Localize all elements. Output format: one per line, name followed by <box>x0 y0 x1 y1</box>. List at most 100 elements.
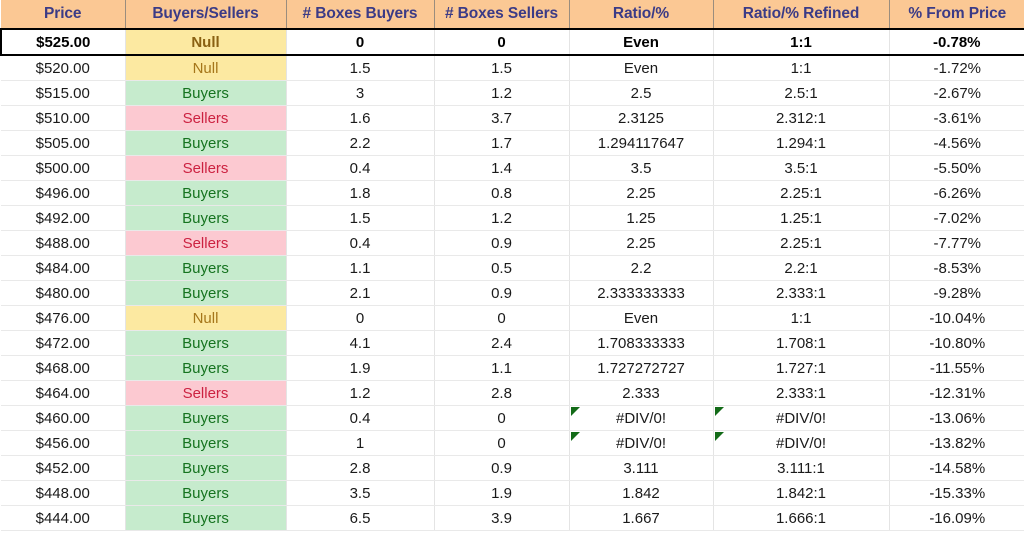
table-row[interactable]: $460.00 Buyers 0.4 0 #DIV/0! #DIV/0! -13.06% <box>1 405 1024 431</box>
cell-boxes-sellers[interactable]: 0 <box>434 28 570 56</box>
cell-ratio[interactable]: 2.5 <box>569 80 714 106</box>
cell-ratio-refined[interactable]: #DIV/0! <box>713 430 890 456</box>
table-row[interactable]: $510.00 Sellers 1.6 3.7 2.3125 2.312:1 -3.61% <box>1 105 1024 131</box>
cell-pct-from-price[interactable]: -10.04% <box>889 305 1024 331</box>
cell-buyers-sellers[interactable]: Buyers <box>125 130 287 156</box>
cell-buyers-sellers[interactable]: Sellers <box>125 230 287 256</box>
cell-price[interactable]: $510.00 <box>1 105 126 131</box>
cell-ratio[interactable]: 3.111 <box>569 455 714 481</box>
cell-price[interactable]: $456.00 <box>1 430 126 456</box>
cell-ratio-refined[interactable]: 1:1 <box>713 55 890 81</box>
cell-boxes-sellers[interactable]: 3.9 <box>434 505 570 531</box>
cell-buyers-sellers[interactable]: Buyers <box>125 505 287 531</box>
cell-ratio[interactable]: 2.25 <box>569 180 714 206</box>
cell-boxes-sellers[interactable]: 0.9 <box>434 230 570 256</box>
cell-pct-from-price[interactable]: -4.56% <box>889 130 1024 156</box>
cell-price[interactable]: $525.00 <box>0 28 126 56</box>
cell-boxes-buyers[interactable]: 2.8 <box>286 455 435 481</box>
cell-boxes-buyers[interactable]: 1.6 <box>286 105 435 131</box>
cell-boxes-buyers[interactable]: 3.5 <box>286 480 435 506</box>
table-row[interactable]: $476.00 Null 0 0 Even 1:1 -10.04% <box>1 305 1024 331</box>
cell-ratio-refined[interactable]: 1.842:1 <box>713 480 890 506</box>
column-header-ratio[interactable]: Ratio/% <box>569 0 714 30</box>
cell-boxes-buyers[interactable]: 6.5 <box>286 505 435 531</box>
table-row[interactable]: $444.00 Buyers 6.5 3.9 1.667 1.666:1 -16.09% <box>1 505 1024 531</box>
cell-buyers-sellers[interactable]: Buyers <box>125 455 287 481</box>
cell-price[interactable]: $460.00 <box>1 405 126 431</box>
cell-ratio[interactable]: 2.333333333 <box>569 280 714 306</box>
cell-ratio[interactable]: 1.727272727 <box>569 355 714 381</box>
cell-price[interactable]: $468.00 <box>1 355 126 381</box>
cell-pct-from-price[interactable]: -1.72% <box>889 55 1024 81</box>
cell-boxes-buyers[interactable]: 1.1 <box>286 255 435 281</box>
cell-boxes-buyers[interactable]: 4.1 <box>286 330 435 356</box>
cell-boxes-buyers[interactable]: 0 <box>286 28 435 56</box>
cell-price[interactable]: $480.00 <box>1 280 126 306</box>
cell-boxes-sellers[interactable]: 0.9 <box>434 455 570 481</box>
cell-boxes-buyers[interactable]: 1.8 <box>286 180 435 206</box>
table-row[interactable]: $520.00 Null 1.5 1.5 Even 1:1 -1.72% <box>1 55 1024 81</box>
table-row[interactable]: $492.00 Buyers 1.5 1.2 1.25 1.25:1 -7.02% <box>1 205 1024 231</box>
cell-price[interactable]: $492.00 <box>1 205 126 231</box>
cell-boxes-sellers[interactable]: 1.9 <box>434 480 570 506</box>
cell-pct-from-price[interactable]: -6.26% <box>889 180 1024 206</box>
cell-pct-from-price[interactable]: -12.31% <box>889 380 1024 406</box>
cell-boxes-sellers[interactable]: 1.2 <box>434 205 570 231</box>
cell-ratio-refined[interactable]: 3.111:1 <box>713 455 890 481</box>
cell-ratio[interactable]: Even <box>569 55 714 81</box>
cell-boxes-sellers[interactable]: 0.5 <box>434 255 570 281</box>
cell-price[interactable]: $505.00 <box>1 130 126 156</box>
table-row[interactable]: $480.00 Buyers 2.1 0.9 2.333333333 2.333:1 -9.… <box>1 280 1024 306</box>
table-row[interactable]: $452.00 Buyers 2.8 0.9 3.111 3.111:1 -14.58% <box>1 455 1024 481</box>
cell-ratio-refined[interactable]: 2.25:1 <box>713 230 890 256</box>
cell-boxes-buyers[interactable]: 1.5 <box>286 55 435 81</box>
cell-buyers-sellers[interactable]: Null <box>125 28 287 56</box>
cell-boxes-sellers[interactable]: 1.2 <box>434 80 570 106</box>
cell-ratio-refined[interactable]: 1.666:1 <box>713 505 890 531</box>
table-row[interactable]: $488.00 Sellers 0.4 0.9 2.25 2.25:1 -7.77% <box>1 230 1024 256</box>
cell-boxes-sellers[interactable]: 0.9 <box>434 280 570 306</box>
cell-buyers-sellers[interactable]: Buyers <box>125 330 287 356</box>
table-row[interactable]: $496.00 Buyers 1.8 0.8 2.25 2.25:1 -6.26% <box>1 180 1024 206</box>
cell-pct-from-price[interactable]: -8.53% <box>889 255 1024 281</box>
cell-pct-from-price[interactable]: -13.82% <box>889 430 1024 456</box>
cell-ratio[interactable]: 1.842 <box>569 480 714 506</box>
table-row[interactable]: $468.00 Buyers 1.9 1.1 1.727272727 1.727:1 -11… <box>1 355 1024 381</box>
table-row[interactable]: $515.00 Buyers 3 1.2 2.5 2.5:1 -2.67% <box>1 80 1024 106</box>
cell-boxes-sellers[interactable]: 0 <box>434 405 570 431</box>
cell-buyers-sellers[interactable]: Sellers <box>125 155 287 181</box>
cell-ratio-refined[interactable]: 1.25:1 <box>713 205 890 231</box>
cell-pct-from-price[interactable]: -3.61% <box>889 105 1024 131</box>
cell-ratio-refined[interactable]: 2.312:1 <box>713 105 890 131</box>
cell-ratio[interactable]: Even <box>569 305 714 331</box>
column-header-ratio-refined[interactable]: Ratio/% Refined <box>713 0 890 30</box>
cell-boxes-buyers[interactable]: 1.9 <box>286 355 435 381</box>
cell-buyers-sellers[interactable]: Buyers <box>125 280 287 306</box>
cell-pct-from-price[interactable]: -7.02% <box>889 205 1024 231</box>
cell-ratio-refined[interactable]: 1.294:1 <box>713 130 890 156</box>
cell-boxes-buyers[interactable]: 2.2 <box>286 130 435 156</box>
cell-buyers-sellers[interactable]: Buyers <box>125 255 287 281</box>
cell-ratio[interactable]: 2.3125 <box>569 105 714 131</box>
cell-price[interactable]: $472.00 <box>1 330 126 356</box>
table-row[interactable]: $500.00 Sellers 0.4 1.4 3.5 3.5:1 -5.50% <box>1 155 1024 181</box>
cell-ratio[interactable]: 3.5 <box>569 155 714 181</box>
table-row[interactable]: $505.00 Buyers 2.2 1.7 1.294117647 1.294:1 -4.… <box>1 130 1024 156</box>
cell-ratio[interactable]: 1.25 <box>569 205 714 231</box>
cell-boxes-sellers[interactable]: 1.5 <box>434 55 570 81</box>
cell-pct-from-price[interactable]: -7.77% <box>889 230 1024 256</box>
cell-ratio-refined[interactable]: 1.708:1 <box>713 330 890 356</box>
table-row[interactable]: $525.00 Null 0 0 Even 1:1 -0.78% <box>0 28 1024 56</box>
cell-boxes-sellers[interactable]: 2.8 <box>434 380 570 406</box>
cell-price[interactable]: $464.00 <box>1 380 126 406</box>
cell-ratio-refined[interactable]: 2.5:1 <box>713 80 890 106</box>
cell-pct-from-price[interactable]: -9.28% <box>889 280 1024 306</box>
cell-pct-from-price[interactable]: -2.67% <box>889 80 1024 106</box>
cell-buyers-sellers[interactable]: Buyers <box>125 480 287 506</box>
table-row[interactable]: $484.00 Buyers 1.1 0.5 2.2 2.2:1 -8.53% <box>1 255 1024 281</box>
cell-price[interactable]: $452.00 <box>1 455 126 481</box>
cell-boxes-buyers[interactable]: 0.4 <box>286 405 435 431</box>
cell-ratio[interactable]: Even <box>569 28 714 56</box>
column-header-price[interactable]: Price <box>1 0 126 30</box>
cell-boxes-buyers[interactable]: 1.5 <box>286 205 435 231</box>
